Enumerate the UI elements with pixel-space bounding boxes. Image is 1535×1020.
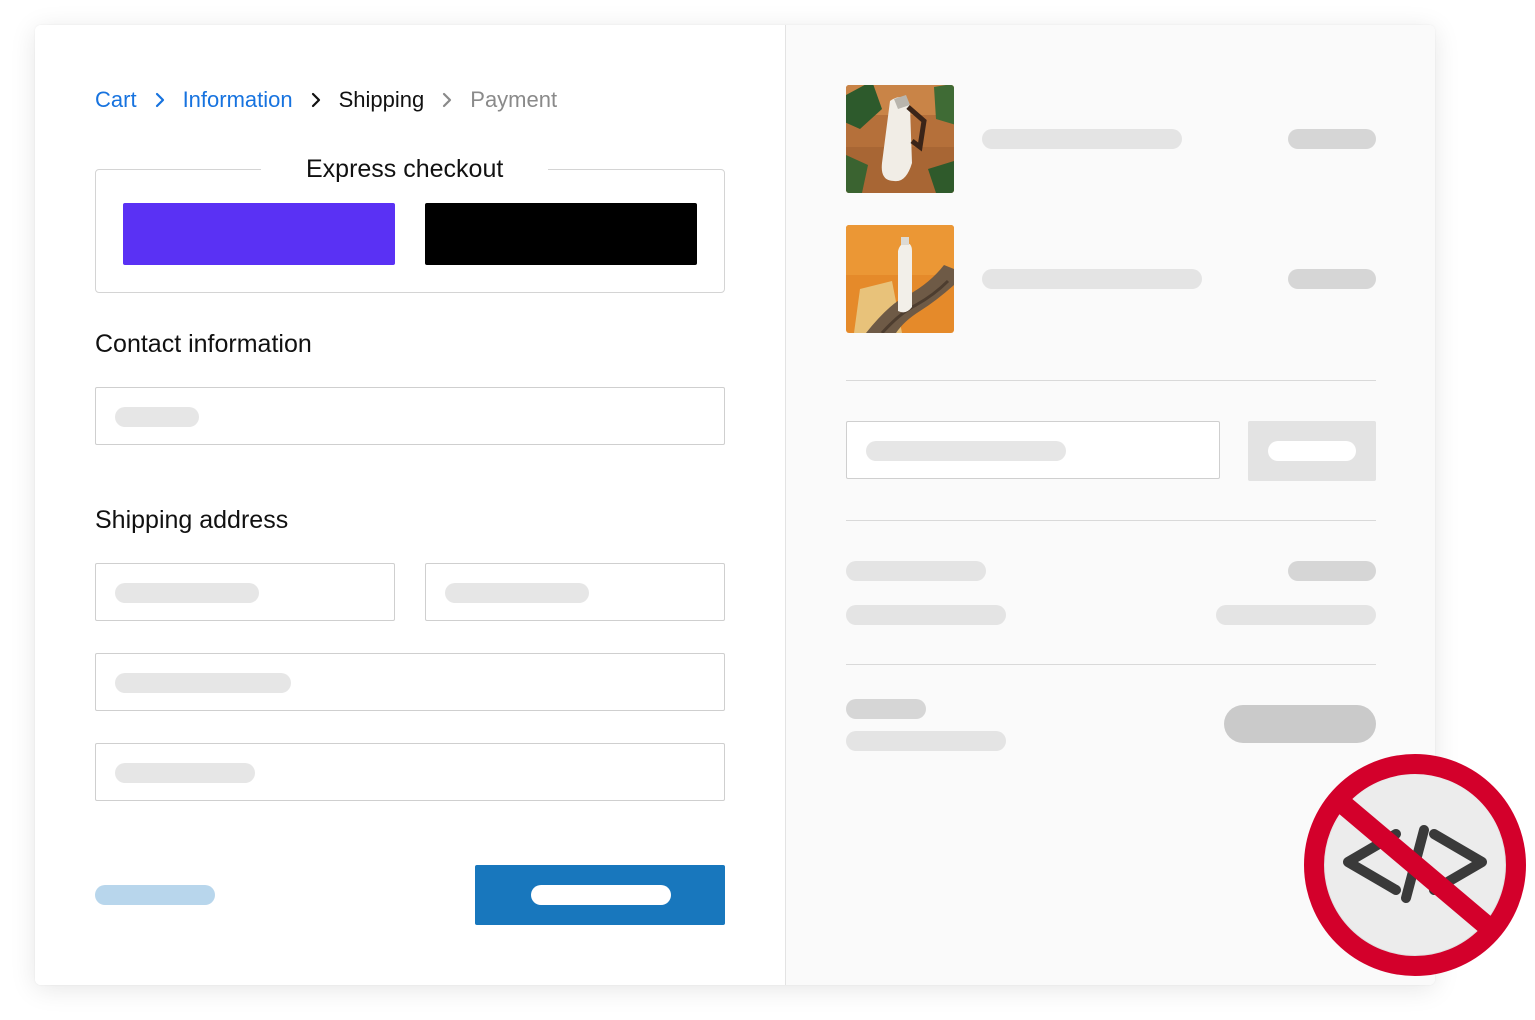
continue-button-label-placeholder: [531, 885, 671, 905]
total-label-placeholder: [846, 699, 926, 719]
field-placeholder: [115, 763, 255, 783]
contact-information-title: Contact information: [95, 330, 312, 358]
return-link[interactable]: [95, 885, 215, 905]
product-name-placeholder: [982, 129, 1182, 149]
shipping-label-placeholder: [846, 605, 1006, 625]
breadcrumb-payment: Payment: [470, 87, 558, 112]
breadcrumb-shipping: Shipping: [338, 87, 425, 112]
subtotal-value-placeholder: [1288, 561, 1376, 581]
chevron-right-icon: [151, 91, 169, 109]
express-checkout-box: Express checkout: [95, 150, 725, 293]
shipping-value-placeholder: [1216, 605, 1376, 625]
field-placeholder: [445, 583, 589, 603]
product-price-placeholder: [1288, 129, 1376, 149]
continue-button[interactable]: [475, 865, 725, 925]
subtotal-label-placeholder: [846, 561, 986, 581]
field-placeholder: [115, 583, 259, 603]
divider: [846, 664, 1376, 665]
checkout-card: Cart Information Shipping Payment Expres…: [35, 25, 1435, 985]
shipping-address-title: Shipping address: [95, 506, 289, 534]
field-placeholder: [115, 407, 199, 427]
checkout-form-pane: Cart Information Shipping Payment Expres…: [35, 25, 785, 985]
chevron-right-icon: [307, 91, 325, 109]
product-image-bottle-driftwood: [846, 225, 954, 333]
product-image-bottle-wood: [846, 85, 954, 193]
first-name-field[interactable]: [95, 563, 395, 621]
discount-code-field[interactable]: [846, 421, 1220, 479]
field-placeholder: [115, 673, 291, 693]
apply-discount-button[interactable]: [1248, 421, 1376, 481]
breadcrumb: Cart Information Shipping Payment: [95, 85, 557, 115]
field-placeholder: [866, 441, 1066, 461]
express-checkout-title: Express checkout: [261, 150, 549, 188]
product-price-placeholder: [1288, 269, 1376, 289]
express-pay-button-purple[interactable]: [123, 203, 395, 265]
total-value-placeholder: [1224, 705, 1376, 743]
contact-field[interactable]: [95, 387, 725, 445]
apply-button-label-placeholder: [1268, 441, 1356, 461]
divider: [846, 380, 1376, 381]
product-name-placeholder: [982, 269, 1202, 289]
no-code-icon: [1302, 752, 1528, 978]
breadcrumb-information[interactable]: Information: [183, 87, 293, 113]
breadcrumb-cart[interactable]: Cart: [95, 87, 137, 113]
address-field[interactable]: [95, 653, 725, 711]
express-pay-button-black[interactable]: [425, 203, 697, 265]
divider: [846, 520, 1376, 521]
city-field[interactable]: [95, 743, 725, 801]
total-sublabel-placeholder: [846, 731, 1006, 751]
chevron-right-icon: [438, 91, 456, 109]
last-name-field[interactable]: [425, 563, 725, 621]
